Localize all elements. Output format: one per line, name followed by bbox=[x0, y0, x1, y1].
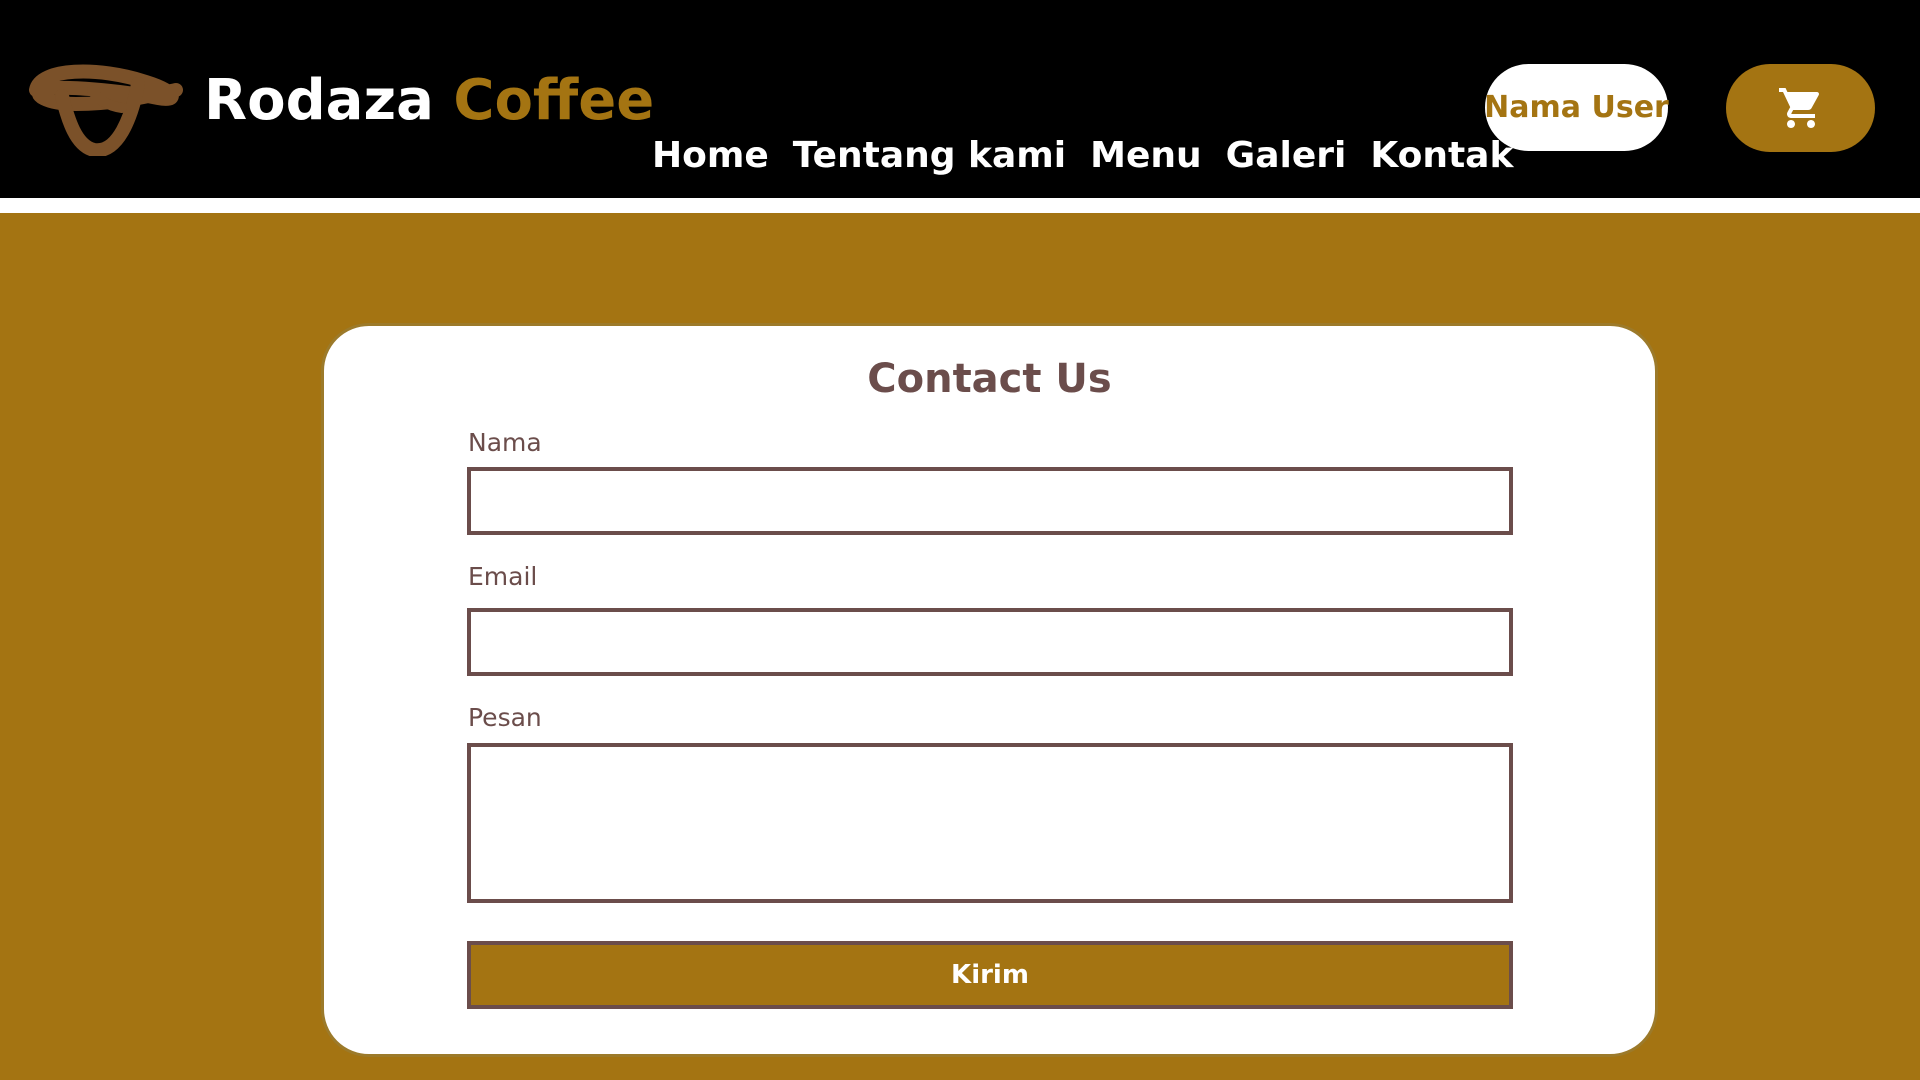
cart-button[interactable] bbox=[1726, 64, 1875, 152]
nav-kontak[interactable]: Kontak bbox=[1370, 128, 1513, 184]
submit-button[interactable]: Kirim bbox=[467, 941, 1513, 1009]
message-textarea[interactable] bbox=[467, 743, 1513, 903]
contact-form-card: Contact Us Nama Email Pesan Kirim bbox=[321, 323, 1658, 1057]
name-input[interactable] bbox=[467, 467, 1513, 535]
nav-galeri[interactable]: Galeri bbox=[1226, 128, 1347, 184]
brand-accent: Coffee bbox=[453, 68, 655, 133]
nav-menu[interactable]: Menu bbox=[1090, 128, 1202, 184]
email-input[interactable] bbox=[467, 608, 1513, 676]
message-label: Pesan bbox=[468, 703, 542, 732]
contact-title: Contact Us bbox=[867, 356, 1112, 402]
user-button[interactable]: Nama User bbox=[1484, 64, 1669, 151]
main-nav: Home Tentang kami Menu Galeri Kontak bbox=[652, 128, 1513, 184]
email-label: Email bbox=[468, 562, 538, 591]
brand-title[interactable]: Rodaza Coffee bbox=[204, 64, 654, 138]
site-header: Rodaza Coffee Home Tentang kami Menu Gal… bbox=[0, 0, 1920, 198]
nav-tentang-kami[interactable]: Tentang kami bbox=[793, 128, 1066, 184]
header-divider bbox=[0, 198, 1920, 213]
nav-home[interactable]: Home bbox=[652, 128, 769, 184]
coffee-scribble-logo[interactable] bbox=[28, 60, 186, 156]
brand-name: Rodaza bbox=[204, 68, 434, 133]
name-label: Nama bbox=[468, 428, 542, 457]
shopping-cart-icon bbox=[1778, 88, 1819, 128]
